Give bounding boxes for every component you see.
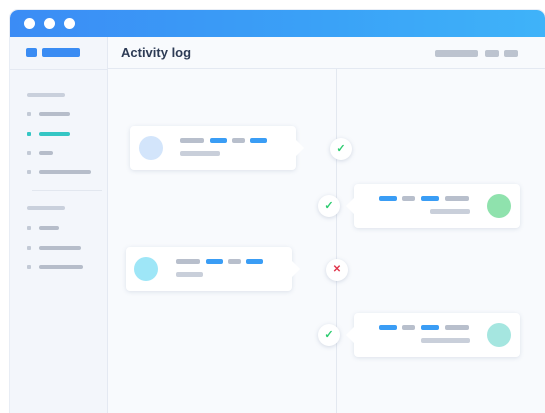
card-pointer: [346, 327, 354, 343]
text-placeholder: [180, 151, 220, 156]
avatar: [139, 136, 163, 160]
window-control-dot[interactable]: [24, 18, 35, 29]
header-action-placeholder[interactable]: [485, 50, 499, 57]
text-placeholder: [379, 196, 397, 201]
status-success-icon: ✓: [318, 195, 340, 217]
app-logo-icon[interactable]: [26, 48, 37, 57]
text-placeholder: [176, 259, 200, 264]
sidebar-item-bullet: [27, 170, 31, 174]
activity-card[interactable]: [126, 247, 300, 291]
text-placeholder: [402, 196, 415, 201]
card-pointer: [346, 198, 354, 214]
text-placeholder: [250, 138, 267, 143]
activity-card[interactable]: [346, 184, 520, 228]
page-title: Activity log: [121, 45, 192, 60]
text-placeholder: [206, 259, 223, 264]
sidebar-item-bullet: [27, 151, 31, 155]
text-placeholder: [379, 325, 397, 330]
header-action-placeholder[interactable]: [435, 50, 478, 57]
sidebar: [10, 37, 108, 413]
text-placeholder: [421, 338, 470, 343]
text-placeholder: [445, 196, 469, 201]
sidebar-item[interactable]: [39, 226, 59, 230]
text-placeholder: [228, 259, 241, 264]
window-control-dot[interactable]: [64, 18, 75, 29]
sidebar-item-bullet: [27, 265, 31, 269]
activity-timeline-area: ✓ ✓ ✕ ✓: [108, 69, 545, 413]
page-header: Activity log: [108, 37, 545, 69]
text-placeholder: [421, 196, 439, 201]
text-placeholder: [176, 272, 203, 277]
card-pointer: [292, 261, 300, 277]
window-titlebar: [10, 10, 545, 37]
avatar: [134, 257, 158, 281]
text-placeholder: [445, 325, 469, 330]
sidebar-item-bullet-active: [27, 132, 31, 136]
app-logo-wordmark[interactable]: [42, 48, 80, 57]
sidebar-divider: [10, 69, 108, 70]
activity-card[interactable]: [130, 126, 304, 170]
card-pointer: [296, 140, 304, 156]
status-failure-icon: ✕: [326, 259, 348, 281]
text-placeholder: [232, 138, 245, 143]
avatar: [487, 323, 511, 347]
status-success-icon: ✓: [318, 324, 340, 346]
sidebar-group-heading: [27, 206, 65, 210]
sidebar-item-bullet: [27, 112, 31, 116]
sidebar-item[interactable]: [39, 265, 83, 269]
sidebar-item-bullet: [27, 226, 31, 230]
text-placeholder: [430, 209, 470, 214]
timeline-line: [336, 69, 337, 413]
sidebar-item-bullet: [27, 246, 31, 250]
text-placeholder: [402, 325, 415, 330]
text-placeholder: [210, 138, 227, 143]
text-placeholder: [180, 138, 204, 143]
sidebar-group-heading: [27, 93, 65, 97]
avatar: [487, 194, 511, 218]
sidebar-divider: [32, 190, 102, 191]
window-control-dot[interactable]: [44, 18, 55, 29]
activity-card[interactable]: [346, 313, 520, 357]
sidebar-item-active[interactable]: [39, 132, 70, 136]
header-action-placeholder[interactable]: [504, 50, 518, 57]
sidebar-item[interactable]: [39, 246, 81, 250]
text-placeholder: [421, 325, 439, 330]
text-placeholder: [246, 259, 263, 264]
sidebar-item[interactable]: [39, 112, 70, 116]
sidebar-item[interactable]: [39, 151, 53, 155]
sidebar-item[interactable]: [39, 170, 91, 174]
app-window: Activity log ✓ ✓ ✕ ✓: [10, 10, 545, 413]
status-success-icon: ✓: [330, 138, 352, 160]
